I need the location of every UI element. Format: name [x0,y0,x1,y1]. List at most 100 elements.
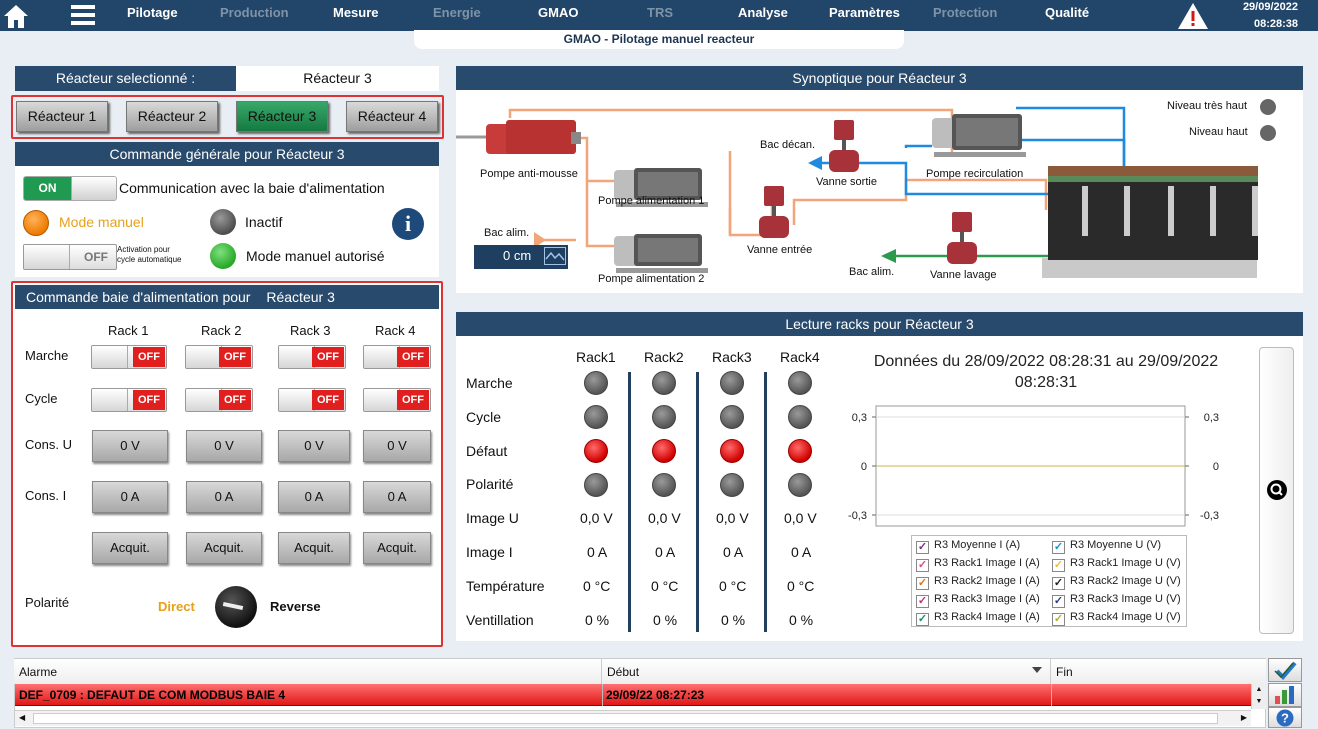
toggle-knob [71,177,116,200]
legend-item[interactable]: ✓ R3 Rack3 Image U (V) [1052,593,1181,608]
legend-checkbox[interactable]: ✓ [916,559,929,572]
cons-i-rack-3[interactable]: 0 A [278,481,350,513]
cons-u-rack-1[interactable]: 0 V [92,430,168,462]
polarity-knob[interactable] [215,586,257,628]
legend-checkbox[interactable]: ✓ [1052,559,1065,572]
legend-item[interactable]: ✓ R3 Moyenne U (V) [1052,539,1161,554]
marche-rack-1-toggle[interactable]: OFF [91,345,167,369]
reading-row-ventilation: Ventillation [466,612,534,628]
legend-item[interactable]: ✓ R3 Rack2 Image I (A) [916,575,1040,590]
legend-item[interactable]: ✓ R3 Rack3 Image I (A) [916,593,1040,608]
column-divider [628,372,631,632]
legend-checkbox[interactable]: ✓ [1052,577,1065,590]
legend-label: R3 Rack2 Image I (A) [934,575,1040,587]
legend-checkbox[interactable]: ✓ [1052,613,1065,626]
off-label: OFF [312,390,344,410]
nav-analyse[interactable]: Analyse [738,5,788,20]
legend-item[interactable]: ✓ R3 Rack1 Image I (A) [916,557,1040,572]
cons-i-rack-4[interactable]: 0 A [363,481,431,513]
legend-item[interactable]: ✓ R3 Rack4 Image U (V) [1052,611,1181,626]
zoom-search-icon[interactable] [1267,480,1287,500]
legend-item[interactable]: ✓ R3 Rack2 Image U (V) [1052,575,1181,590]
cycle-rack3-indicator [720,405,744,429]
defaut-rack3-indicator [720,439,744,463]
legend-checkbox[interactable]: ✓ [916,541,929,554]
legend-label: R3 Moyenne U (V) [1070,539,1162,551]
warning-icon[interactable] [1177,2,1209,30]
rack-4-header: Rack 4 [375,323,416,338]
image-u-rack2: 0,0 V [648,510,681,526]
legend-label: R3 Rack1 Image I (A) [934,557,1040,569]
alarm-header-fin[interactable]: Fin [1051,659,1266,684]
image-i-rack3: 0 A [723,544,744,560]
menu-icon[interactable] [71,5,95,25]
legend-checkbox[interactable]: ✓ [1052,595,1065,608]
cons-i-rack-1[interactable]: 0 A [92,481,168,513]
nav-pilotage[interactable]: Pilotage [127,5,178,20]
off-label: OFF [397,347,429,367]
svg-text:?: ? [1281,711,1289,726]
alarm-header-debut[interactable]: Début [602,659,1051,684]
cycle-rack-2-toggle[interactable]: OFF [185,388,253,412]
reading-row-defaut: Défaut [466,443,508,459]
communication-toggle[interactable]: ON [23,176,117,201]
alarm-header-alarme[interactable]: Alarme [14,659,602,684]
cons-i-rack-2[interactable]: 0 A [186,481,262,513]
marche-rack-4-toggle[interactable]: OFF [363,345,431,369]
reactor-2-button[interactable]: Réacteur 2 [126,101,218,132]
cycle-rack-1-toggle[interactable]: OFF [91,388,167,412]
nav-protection: Protection [933,5,998,20]
help-icon[interactable]: ? [1268,707,1302,728]
y-tick-label-right: 0 [1213,461,1219,473]
nav-qualite[interactable]: Qualité [1045,5,1089,20]
reactor-4-button[interactable]: Réacteur 4 [346,101,438,132]
legend-checkbox[interactable]: ✓ [916,577,929,590]
general-command-title: Commande générale pour Réacteur 3 [15,142,439,166]
legend-item[interactable]: ✓ R3 Rack1 Image U (V) [1052,557,1181,572]
legend-checkbox[interactable]: ✓ [916,613,929,626]
acquit-rack-4-button[interactable]: Acquit. [363,532,431,564]
acquit-rack-3-button[interactable]: Acquit. [278,532,350,564]
info-icon[interactable]: i [392,208,424,240]
alarm-vertical-scrollbar[interactable]: ▲ ▼ [1251,684,1266,709]
home-icon[interactable] [3,3,29,29]
reading-row-marche: Marche [466,375,513,391]
nav-mesure[interactable]: Mesure [333,5,379,20]
temperature-rack2: 0 °C [651,578,679,594]
alarm-horizontal-scrollbar[interactable]: ◀ ▶ [15,710,1251,726]
baie-title-text: Commande baie d'alimentation pour [26,289,251,305]
statistics-icon[interactable] [1268,683,1302,707]
legend-item[interactable]: ✓ R3 Rack4 Image I (A) [916,611,1040,626]
cycle-rack-3-toggle[interactable]: OFF [278,388,346,412]
legend-label: R3 Rack4 Image I (A) [934,611,1040,623]
reactor-3-button[interactable]: Réacteur 3 [236,101,328,132]
nav-parametres[interactable]: Paramètres [829,5,900,20]
legend-item[interactable]: ✓ R3 Moyenne I (A) [916,539,1020,554]
synoptic-diagram [456,99,1276,278]
legend-checkbox[interactable]: ✓ [1052,541,1065,554]
trend-icon[interactable] [544,247,566,265]
off-label: OFF [397,390,429,410]
marche-rack-3-toggle[interactable]: OFF [278,345,346,369]
row-cons-i-label: Cons. I [25,488,67,503]
marche-rack-2-toggle[interactable]: OFF [185,345,253,369]
acknowledge-icon[interactable] [1268,658,1302,682]
bac-alim-left-label: Bac alim. [484,227,530,239]
image-u-rack3: 0,0 V [716,510,749,526]
nav-gmao[interactable]: GMAO [538,5,578,20]
auto-cycle-toggle[interactable]: OFF [23,244,117,270]
y-tick-label-left: 0 [861,461,867,473]
reactor-1-button[interactable]: Réacteur 1 [16,101,108,132]
cons-u-rack-4[interactable]: 0 V [363,430,431,462]
acquit-rack-1-button[interactable]: Acquit. [92,532,168,564]
cons-u-rack-3[interactable]: 0 V [278,430,350,462]
legend-checkbox[interactable]: ✓ [916,595,929,608]
polarite-rack2-indicator [652,473,676,497]
alarm-row[interactable]: DEF_0709 : DEFAUT DE COM MODBUS BAIE 4 2… [15,684,1251,706]
cycle-rack-4-toggle[interactable]: OFF [363,388,431,412]
arrow-left-blue-icon [808,156,822,170]
cons-u-rack-2[interactable]: 0 V [186,430,262,462]
sort-down-icon[interactable] [1032,667,1042,673]
niveau-haut-indicator-icon [1260,125,1276,141]
acquit-rack-2-button[interactable]: Acquit. [186,532,262,564]
